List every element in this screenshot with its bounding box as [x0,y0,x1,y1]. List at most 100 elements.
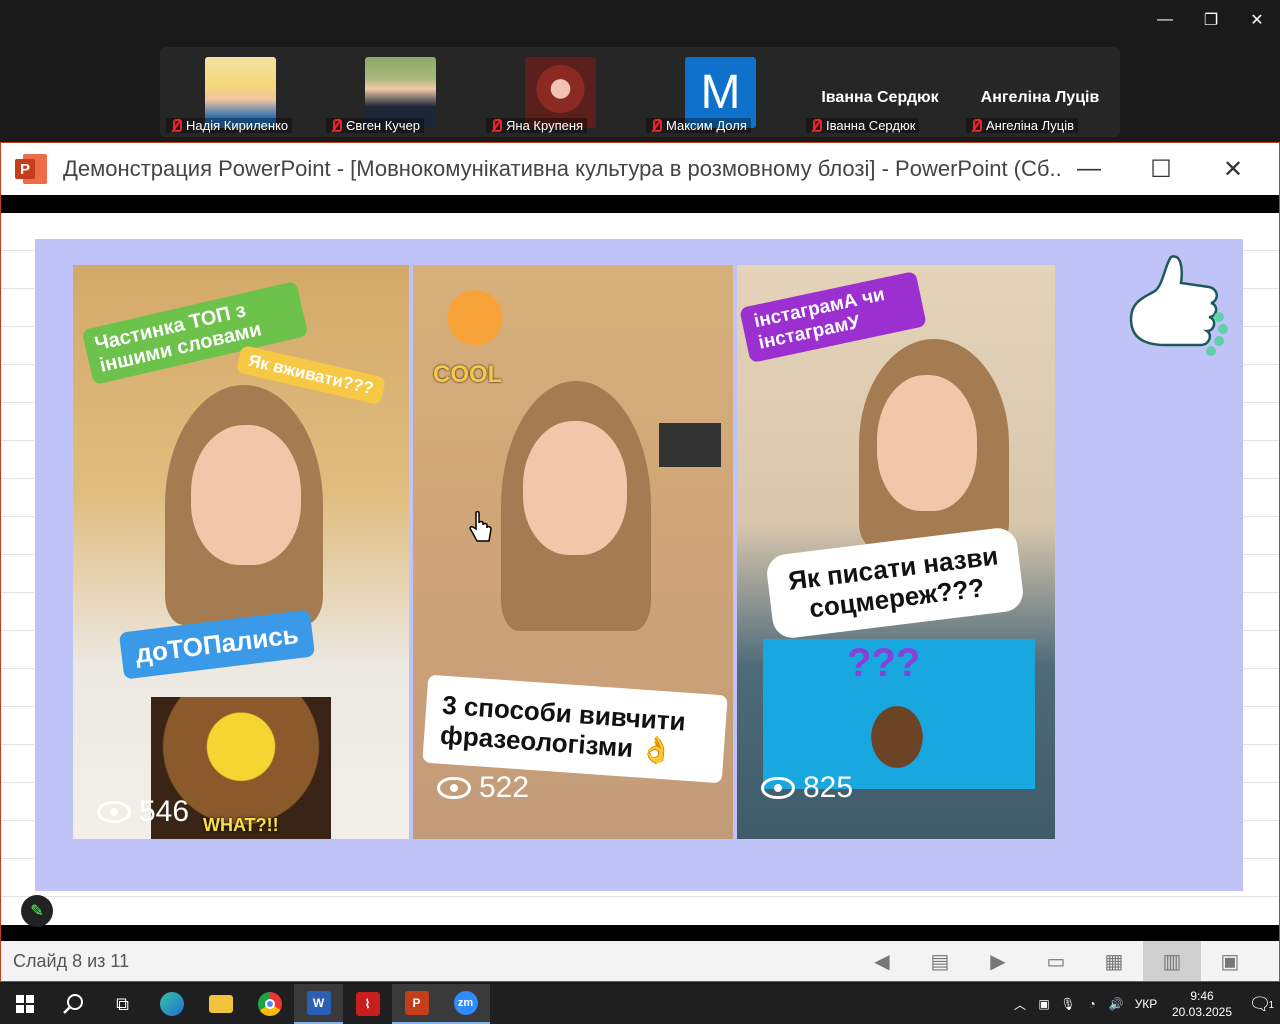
volume-icon[interactable]: 🔊 [1104,997,1128,1011]
dog [857,689,937,785]
microphone-icon[interactable]: 🎙 [1056,997,1080,1011]
zoom-top-bar: — ❐ ✕ Надія Кириленко Євген Кучер Яна Кр… [0,0,1280,142]
folder-icon [208,995,233,1013]
hand-cursor-icon [469,511,492,542]
powerpoint-window-controls: — ☐ ✕ [1053,151,1269,187]
tv-set [659,423,721,467]
task-view-button[interactable]: ⧉ [98,984,147,1024]
clock[interactable]: 9:46 20.03.2025 [1164,988,1240,1020]
powerpoint-app[interactable]: P [392,984,441,1024]
close-button[interactable]: ✕ [1197,151,1269,187]
language-indicator[interactable]: УКР [1128,997,1164,1011]
acrobat-icon: ⌇ [355,992,380,1016]
slideshow-button[interactable]: ▣ [1201,941,1259,981]
normal-view-button[interactable]: ▭ [1027,941,1085,981]
participant-gallery: Надія Кириленко Євген Кучер Яна Крупеня … [160,47,1120,137]
status-controls: ◀ ▤ ▶ ▭ ▦ ▥ ▣ [853,941,1259,981]
muted-mic-icon [170,118,182,133]
view-count: 546 [97,795,189,829]
muted-mic-icon [970,118,982,133]
purple-tag: інстаграмА чи інстаграмУ [739,270,927,364]
view-count: 522 [437,771,529,805]
slide-sorter-button[interactable]: ▦ [1085,941,1143,981]
word-icon: W [306,991,331,1015]
notifications-button[interactable]: 🗨 1 [1240,994,1280,1015]
muted-mic-icon [810,118,822,133]
what-overlay: WHAT?!! [203,815,279,835]
search-icon [62,994,83,1014]
chrome-app[interactable] [245,984,294,1024]
edge-app[interactable] [147,984,196,1024]
notification-count: 1 [1268,999,1274,1011]
participant-label: Іванна Сердюк [806,118,920,133]
participant-tile[interactable]: Надія Кириленко [160,57,320,137]
minimize-button[interactable]: — [1053,151,1125,187]
question-marks: ??? [847,641,921,685]
system-tray: ︿ ▣ 🎙 ◔ 🔊 УКР 9:46 20.03.2025 🗨 1 [1008,984,1280,1024]
slide-content-panel: Частинка ТОП з іншими словами Як вживати… [35,239,1243,891]
participant-tile[interactable]: Євген Кучер [320,57,480,137]
file-explorer-app[interactable] [196,984,245,1024]
eye-icon [761,777,795,799]
slide-counter: Слайд 8 из 11 [13,950,130,971]
participant-display-name: Ангеліна Луців [980,89,1100,106]
cool-tag: COOL [433,361,503,388]
muted-mic-icon [650,118,662,133]
restore-button[interactable]: ❐ [1188,0,1234,40]
eye-icon [437,777,471,799]
powerpoint-icon: P [404,991,429,1015]
participant-tile[interactable]: Ангеліна Луців Ангеліна Луців [960,57,1120,137]
powerpoint-title-bar[interactable]: P Демонстрация PowerPoint - [Мовнокомуні… [1,143,1279,195]
video-thumbnail-3: інстаграмА чи інстаграмУ Як писати назви… [737,265,1055,839]
eye-icon [97,801,131,823]
participant-tile[interactable]: Іванна Сердюк Іванна Сердюк [800,57,960,137]
pen-tool-button[interactable]: ✎ [21,895,53,927]
muted-mic-icon [490,118,502,133]
window-title: Демонстрация PowerPoint - [Мовнокомуніка… [63,156,1063,181]
minimize-button[interactable]: — [1142,0,1188,40]
participant-tile[interactable]: M Максим Доля [640,57,800,137]
white-caption: Як писати назви соцмереж??? [764,525,1026,641]
chrome-icon [257,992,282,1016]
reading-view-button[interactable]: ▥ [1143,941,1201,981]
prev-slide-button[interactable]: ◀ [853,941,911,981]
date: 20.03.2025 [1171,1005,1233,1019]
white-caption: 3 способи вивчити фразеологізми 👌 [422,674,728,784]
network-icon[interactable]: ◔ [1080,997,1104,1011]
participant-tile[interactable]: Яна Крупеня [480,57,640,137]
thumbs-up-icon [1129,255,1228,356]
participant-label: Надія Кириленко [166,118,293,133]
muted-mic-icon [330,118,342,133]
task-view-icon: ⧉ [116,993,129,1014]
zoom-icon: zm [453,991,478,1015]
start-button[interactable] [0,984,49,1024]
close-button[interactable]: ✕ [1234,0,1280,40]
slideshow-stage: Частинка ТОП з іншими словами Як вживати… [1,195,1279,941]
menu-button[interactable]: ▤ [911,941,969,981]
edge-icon [159,992,184,1016]
participant-display-name: Іванна Сердюк [821,89,939,106]
next-slide-button[interactable]: ▶ [969,941,1027,981]
meet-icon[interactable]: ▣ [1032,997,1056,1011]
zoom-app[interactable]: zm [441,984,490,1024]
zoom-window-controls: — ❐ ✕ [1142,0,1280,40]
show-hidden-icons[interactable]: ︿ [1008,996,1032,1013]
acrobat-app[interactable]: ⌇ [343,984,392,1024]
cool-bear-sticker [435,281,515,373]
taskbar: ⧉ W ⌇ P zm ︿ ▣ 🎙 ◔ 🔊 УКР 9:46 20.03.2025… [0,984,1280,1024]
powerpoint-window: P Демонстрация PowerPoint - [Мовнокомуні… [0,142,1280,982]
participant-label: Максим Доля [646,118,751,133]
participant-label: Ангеліна Луців [966,118,1079,133]
participant-label: Євген Кучер [326,118,425,133]
slide[interactable]: Частинка ТОП з іншими словами Як вживати… [1,213,1279,927]
view-count: 825 [761,771,853,805]
blue-tag: доТОПались [118,609,316,680]
screen: — ❐ ✕ Надія Кириленко Євген Кучер Яна Кр… [0,0,1280,1024]
video-thumbnail-2: COOL 3 способи вивчити фразеологізми 👌 5… [413,265,733,839]
status-bar: Слайд 8 из 11 ◀ ▤ ▶ ▭ ▦ ▥ ▣ [1,941,1279,981]
search-button[interactable] [49,984,98,1024]
time: 9:46 [1190,989,1214,1003]
word-app[interactable]: W [294,984,343,1024]
windows-icon [15,995,34,1013]
maximize-button[interactable]: ☐ [1125,151,1197,187]
